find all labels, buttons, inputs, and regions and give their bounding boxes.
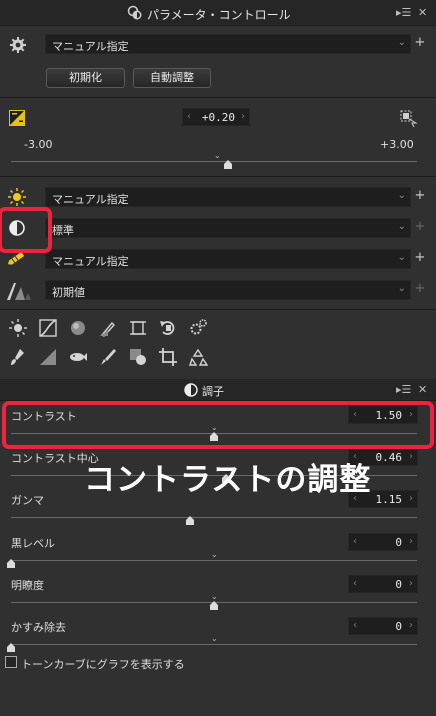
chevron-down-icon: ⌄ [397, 190, 406, 201]
blend-tool-icon[interactable] [128, 347, 148, 367]
preset-mode-select[interactable]: マニュアル指定 ⌄ [45, 34, 411, 54]
param-slider-thumb[interactable] [7, 643, 15, 652]
sharpness-icon[interactable] [5, 281, 33, 301]
chevron-down-icon: ⌄ [397, 221, 406, 232]
rotate-tool-icon[interactable] [158, 318, 178, 338]
decrement-icon[interactable]: ‹ [353, 536, 357, 547]
gradient-tool-icon[interactable] [38, 347, 58, 367]
tone-panel-header: 調子 ▸☰ ✕ [0, 379, 436, 401]
param-label: ガンマ [11, 494, 44, 507]
reset-button[interactable]: 初期化 [46, 68, 125, 88]
param-slider-track[interactable] [11, 560, 417, 561]
exposure-center-tick: ⌄ [214, 151, 221, 160]
annotation-highlight-contrast-row [2, 401, 434, 449]
param-value: 0.46 [375, 451, 403, 464]
param-slider-track[interactable] [11, 517, 417, 518]
param-value: 1.15 [375, 493, 403, 506]
show-graph-label: トーンカーブにグラフを表示する [21, 658, 185, 671]
chevron-down-icon: ⌄ [397, 37, 406, 48]
annotation-highlight-contrast-icon [0, 207, 52, 253]
crop-frame-tool-icon[interactable] [128, 318, 148, 338]
add-brightness-icon[interactable]: + [414, 188, 426, 203]
divider [0, 309, 436, 310]
increment-icon[interactable]: › [409, 620, 413, 631]
exposure-value: +0.20 [201, 111, 235, 124]
tone-curve-tool-icon[interactable] [38, 318, 58, 338]
paintbrush-tool-icon[interactable] [98, 347, 118, 367]
increment-icon[interactable]: › [409, 451, 413, 462]
crop-tool-icon[interactable] [158, 347, 178, 367]
exposure-max-label: +3.00 [380, 138, 414, 151]
add-color-icon[interactable]: + [414, 250, 426, 265]
tone-panel-close-icon[interactable]: ✕ [418, 383, 427, 396]
contrast-icon [184, 383, 198, 397]
preset-mode-value: マニュアル指定 [52, 40, 129, 53]
param-value-box[interactable]: ‹ 0 › [348, 533, 418, 551]
show-graph-checkbox[interactable] [5, 656, 17, 668]
annotation-caption: コントラストの調整 [84, 462, 372, 498]
param-center-tick: ⌄ [211, 550, 218, 559]
param-slider-thumb[interactable] [186, 516, 194, 525]
panel-title: パラメータ・コントロール [147, 8, 291, 22]
settings-gears-tool-icon[interactable] [188, 318, 208, 338]
param-value-box[interactable]: ‹ 0 › [348, 575, 418, 593]
increment-icon[interactable]: › [409, 493, 413, 504]
chevron-down-icon: ⌄ [397, 252, 406, 263]
tone-mode-select[interactable]: 標準 ⌄ [45, 218, 411, 238]
fish-tool-icon[interactable] [68, 347, 88, 367]
brightness-tool-icon[interactable] [8, 318, 28, 338]
decrement-icon[interactable]: ‹ [187, 111, 191, 122]
divider [0, 176, 436, 177]
brush-tool-icon[interactable] [8, 347, 28, 367]
exposure-picker-icon[interactable] [400, 110, 418, 128]
param-slider-track[interactable] [11, 644, 417, 645]
exposure-slider-thumb[interactable] [224, 160, 232, 169]
param-label: かすみ除去 [11, 621, 66, 634]
param-slider-thumb[interactable] [210, 601, 218, 610]
param-center-tick: ⌄ [211, 592, 218, 601]
divider [0, 97, 436, 98]
add-tone-icon[interactable]: + [414, 219, 426, 234]
exposure-icon [9, 110, 25, 126]
brightness-mode-select[interactable]: マニュアル指定 ⌄ [45, 187, 411, 207]
param-slider-thumb[interactable] [7, 559, 15, 568]
color-picker-tool-icon[interactable] [98, 318, 118, 338]
brightness-mode-value: マニュアル指定 [52, 193, 129, 206]
exposure-slider-track[interactable] [11, 161, 417, 162]
param-value-box[interactable]: ‹ 0 › [348, 617, 418, 635]
param-label: 黒レベル [11, 537, 55, 550]
gear-icon[interactable] [9, 36, 27, 54]
auto-adjust-button[interactable]: 自動調整 [133, 68, 211, 88]
sphere-tool-icon[interactable] [68, 318, 88, 338]
add-preset-icon[interactable]: + [414, 35, 426, 50]
exposure-value-box[interactable]: ‹ +0.20 › [182, 108, 250, 126]
param-center-tick: ⌄ [211, 634, 218, 643]
color-mode-select[interactable]: マニュアル指定 ⌄ [45, 249, 411, 269]
panel-header: パラメータ・コントロール ▸☰ ✕ [0, 0, 436, 26]
tone-panel-title: 調子 [202, 385, 224, 398]
tone-mode-value: 標準 [52, 224, 74, 237]
color-mode-value: マニュアル指定 [52, 255, 129, 268]
exposure-min-label: -3.00 [24, 138, 53, 151]
panel-logo-icon [127, 5, 143, 21]
sun-icon[interactable] [8, 188, 26, 206]
increment-icon[interactable]: › [409, 578, 413, 589]
param-value: 0 [395, 620, 402, 633]
chevron-down-icon: ⌄ [397, 283, 406, 294]
decrement-icon[interactable]: ‹ [353, 578, 357, 589]
recycle-tool-icon[interactable] [188, 347, 209, 367]
add-sharpness-icon[interactable]: + [414, 281, 426, 296]
panel-close-icon[interactable]: ✕ [418, 6, 427, 19]
param-value: 0 [395, 578, 402, 591]
tone-panel-menu-icon[interactable]: ▸☰ [396, 383, 411, 396]
param-label: 明瞭度 [11, 579, 44, 592]
sharpness-mode-select[interactable]: 初期値 ⌄ [45, 280, 411, 300]
increment-icon[interactable]: › [241, 111, 245, 122]
sharpness-mode-value: 初期値 [52, 286, 85, 299]
increment-icon[interactable]: › [409, 536, 413, 547]
panel-menu-icon[interactable]: ▸☰ [396, 6, 411, 19]
param-value: 0 [395, 536, 402, 549]
decrement-icon[interactable]: ‹ [353, 620, 357, 631]
